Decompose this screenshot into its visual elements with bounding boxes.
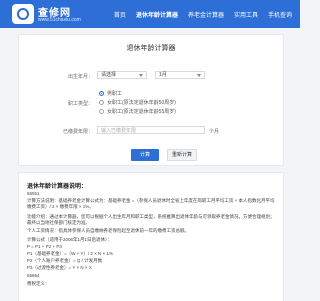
chevron-down-icon: [139, 73, 143, 77]
info-line: 56551: [27, 191, 40, 196]
worker-type-option-male[interactable]: 男职工: [99, 90, 122, 97]
calculate-button[interactable]: 计算: [131, 149, 159, 161]
info-title: 退休年龄计算器说明：: [27, 184, 88, 190]
worker-type-option-female-55[interactable]: 女职工(原法定退休年龄55周岁): [99, 108, 176, 115]
calculator-card: 退休年龄计算器 出生年月： 请选择 1月 职工类型： 男职工 女职工(原法定退休…: [18, 34, 284, 166]
nav-mobile[interactable]: 手机查询: [268, 10, 292, 19]
worker-type-label: 职工类型：: [67, 101, 93, 107]
contribution-input[interactable]: 输入已缴费年限: [97, 126, 205, 134]
info-line: P = P1 + P2 + P3: [27, 244, 62, 249]
info-line: P3（过渡性养老金）= Y × N × X: [27, 265, 92, 270]
nav-retirement-calculator[interactable]: 退休年龄计算器: [136, 10, 178, 19]
nav-pension-calculator[interactable]: 养老金计算器: [188, 10, 224, 19]
info-line: 计算方法说明：基础养老金计算公式为：基础养老金 =（参保人员退休时全省上年度在岗…: [27, 198, 275, 209]
birth-label: 出生年月：: [67, 74, 93, 80]
site-logo[interactable]: [12, 4, 34, 24]
main-nav: 首页 退休年龄计算器 养老金计算器 实用工具 手机查询: [114, 0, 292, 28]
info-line: 个人工资情况：指具体参保人员自缴纳养老保险起至退休前一年的缴费工资总额。: [27, 228, 189, 233]
info-panel: 退休年龄计算器说明： 56551 计算方法说明：基础养老金计算公式为：基础养老金…: [18, 172, 284, 301]
info-line: P2（个人账户养老金）= Q / 计发月数: [27, 258, 103, 263]
info-line: 功能介绍：通过本计算器，您可以根据个人出生年月和职工类型，系统推算出退休年龄与可…: [27, 214, 275, 225]
radio-unchecked-icon: [99, 109, 104, 114]
birth-month-select[interactable]: 1月: [155, 71, 205, 79]
reset-button[interactable]: 重新计算: [167, 149, 197, 161]
radio-checked-icon: [99, 91, 104, 96]
site-url: www.51chaxiu.com: [38, 17, 81, 23]
nav-tools[interactable]: 实用工具: [234, 10, 258, 19]
top-navbar: 查修网 www.51chaxiu.com 首页 退休年龄计算器 养老金计算器 实…: [0, 0, 300, 28]
info-line: 55654: [27, 273, 40, 278]
birth-year-select[interactable]: 请选择: [97, 71, 147, 79]
radio-unchecked-icon: [99, 100, 104, 105]
birth-month-value: 1月: [159, 72, 167, 78]
contribution-unit: 个月: [209, 129, 220, 135]
option-label: 男职工: [107, 91, 123, 97]
nav-home[interactable]: 首页: [114, 10, 126, 19]
info-line: P1（基础养老金）=（W + Y）/ 2 × N × 1%: [27, 251, 113, 256]
option-label: 女职工(原法定退休年龄50周岁): [107, 100, 176, 106]
chevron-down-icon: [197, 73, 201, 77]
info-line: 费税定义：: [27, 281, 50, 286]
option-label: 女职工(原法定退休年龄55周岁): [107, 109, 176, 115]
birth-year-value: 请选择: [101, 72, 117, 78]
worker-type-option-female-50[interactable]: 女职工(原法定退休年龄50周岁): [99, 99, 176, 106]
calculator-title: 退休年龄计算器: [126, 45, 176, 52]
contribution-label: 已缴费年限：: [62, 129, 93, 135]
info-line: 计算公式（适用于2006年1月1日后退休）：: [27, 237, 112, 242]
logo-icon: [17, 8, 29, 20]
